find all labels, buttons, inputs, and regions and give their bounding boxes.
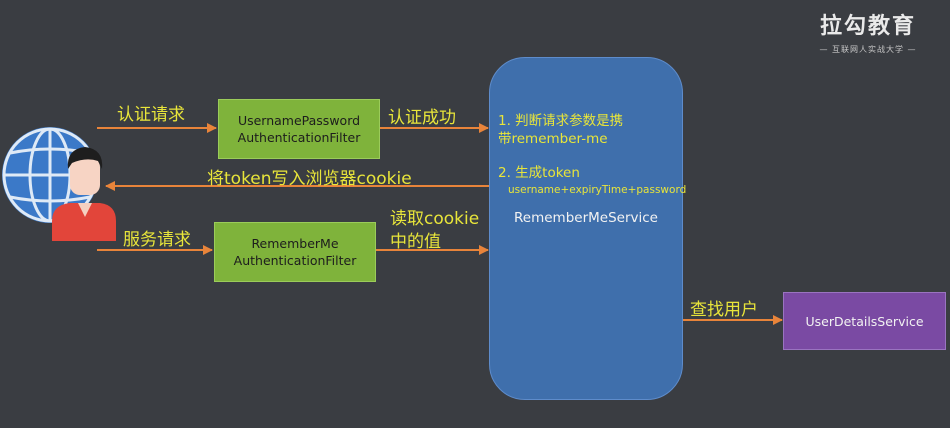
label-service-request: 服务请求: [123, 230, 191, 250]
username-password-filter-line1: UsernamePassword: [237, 113, 361, 128]
label-find-user: 查找用户: [690, 300, 758, 320]
remember-me-filter: RememberMe AuthenticationFilter: [214, 222, 376, 282]
service-step2-detail: username+expiryTime+password: [508, 184, 687, 196]
remember-me-filter-line1: RememberMe: [251, 236, 339, 251]
label-auth-success: 认证成功: [388, 108, 456, 128]
label-read-cookie-line2: 中的值: [390, 232, 441, 252]
remember-me-filter-line2: AuthenticationFilter: [233, 253, 357, 268]
service-step1-line1: 1. 判断请求参数是携: [498, 113, 624, 129]
user-details-service-name: UserDetailsService: [805, 313, 924, 329]
label-auth-request: 认证请求: [117, 105, 185, 125]
label-read-cookie-line1: 读取cookie: [390, 209, 480, 229]
username-password-filter-line2: AuthenticationFilter: [237, 130, 361, 145]
remember-me-service: 1. 判断请求参数是携 带remember-me 2. 生成token user…: [489, 57, 687, 400]
service-step2-title: 2. 生成token: [498, 165, 580, 181]
user-details-service: UserDetailsService: [783, 292, 946, 350]
label-write-cookie: 将token写入浏览器cookie: [207, 169, 412, 189]
service-step1-line2: 带remember-me: [498, 131, 608, 147]
username-password-filter: UsernamePassword AuthenticationFilter: [218, 99, 380, 159]
user-globe-icon: [2, 127, 116, 241]
service-name: RememberMeService: [514, 210, 658, 226]
